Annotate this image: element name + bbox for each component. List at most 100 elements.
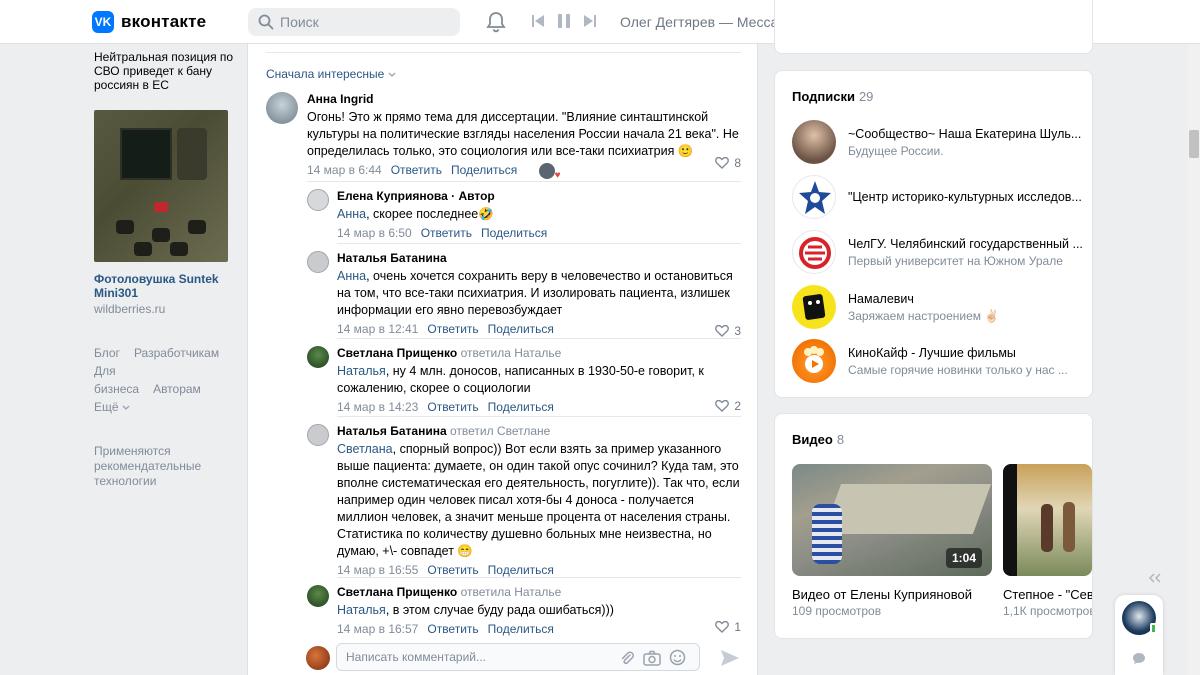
divider	[337, 577, 741, 578]
link-blog[interactable]: Блог	[94, 346, 120, 360]
subscription-item[interactable]: Намалевич Заряжаем настроением ✌🏻	[792, 285, 1082, 331]
previous-track-icon[interactable]	[532, 14, 544, 28]
comment-author[interactable]: Светлана Прищенко ответила Наталье	[337, 585, 741, 599]
comment-author[interactable]: Елена Куприянова · Автор	[337, 189, 741, 203]
comment-author[interactable]: Наталья Батанина ответил Светлане	[337, 424, 741, 438]
comment-input[interactable]	[346, 650, 606, 664]
avatar[interactable]	[307, 251, 329, 273]
search-box[interactable]	[248, 8, 460, 36]
subscriptions-title[interactable]: Подписки 29	[792, 89, 873, 104]
comment-text: Анна, скорее последнее🤣	[337, 206, 741, 223]
video-thumbnail[interactable]	[1003, 464, 1092, 576]
attach-icon[interactable]	[619, 650, 635, 666]
subscription-item[interactable]: КиноКайф - Лучшие фильмы Самые горячие н…	[792, 339, 1082, 385]
reply-button[interactable]: Ответить	[427, 400, 478, 414]
link-business[interactable]: Для бизнеса	[94, 364, 139, 396]
comment-time[interactable]: 14 мар в 6:50	[337, 226, 412, 240]
community-avatar	[792, 175, 836, 219]
reply-button[interactable]: Ответить	[427, 622, 478, 636]
ad-product-image[interactable]	[94, 110, 228, 262]
subscription-item[interactable]: ЧелГУ. Челябинский государственный ... П…	[792, 230, 1083, 276]
subscription-item[interactable]: ~Сообщество~ Наша Екатерина Шуль... Буду…	[792, 120, 1082, 166]
comment-meta: 14 мар в 16:57 Ответить Поделиться	[337, 622, 741, 636]
comment-author[interactable]: Светлана Прищенко ответила Наталье	[337, 346, 741, 360]
video-views: 109 просмотров	[792, 604, 882, 618]
like-button[interactable]: 3	[715, 324, 741, 338]
heart-outline-icon	[715, 400, 730, 412]
reply-addressee[interactable]: Наталья	[337, 603, 386, 617]
chat-widget	[1115, 595, 1163, 675]
bell-icon[interactable]	[486, 11, 506, 33]
comment-time[interactable]: 14 мар в 16:55	[337, 563, 418, 577]
reply-addressee[interactable]: Анна	[337, 269, 366, 283]
avatar[interactable]	[307, 585, 329, 607]
avatar[interactable]	[307, 424, 329, 446]
link-developers[interactable]: Разработчикам	[134, 346, 219, 360]
chat-icon[interactable]	[1132, 652, 1146, 665]
reply-button[interactable]: Ответить	[427, 563, 478, 577]
mascot-icon	[802, 294, 826, 320]
subscription-item[interactable]: "Центр историко-культурных исследов...	[792, 175, 1082, 221]
comment-time[interactable]: 14 мар в 16:57	[337, 622, 418, 636]
reactor-avatar[interactable]: ♥	[538, 163, 561, 181]
link-authors[interactable]: Авторам	[153, 382, 201, 396]
share-button[interactable]: Поделиться	[488, 622, 554, 636]
reply-button[interactable]: Ответить	[427, 322, 478, 336]
sort-dropdown[interactable]: Сначала интересные	[266, 67, 396, 81]
share-button[interactable]: Поделиться	[488, 563, 554, 577]
vk-logo[interactable]: VK вконтакте	[92, 11, 206, 33]
recommendation-tech-note[interactable]: Применяются рекомендательные технологии	[94, 444, 234, 489]
videos-title[interactable]: Видео 8	[792, 432, 844, 447]
video-title[interactable]: Степное - "Севе	[1003, 587, 1092, 602]
community-avatar	[792, 120, 836, 164]
camera-button	[188, 220, 206, 234]
reply-addressee[interactable]: Анна	[337, 207, 366, 221]
comment-meta: 14 мар в 12:41 Ответить Поделиться	[337, 322, 741, 336]
video-scene-people	[1003, 464, 1017, 576]
comment-author[interactable]: Анна Ingrid	[307, 92, 741, 106]
reply-addressee[interactable]: Наталья	[337, 364, 386, 378]
comment-time[interactable]: 14 мар в 6:44	[307, 163, 382, 177]
reply-button[interactable]: Ответить	[391, 163, 442, 177]
like-button[interactable]: 8	[715, 156, 741, 170]
link-more[interactable]: Ещё	[94, 400, 130, 414]
comment-compose-box[interactable]	[336, 643, 700, 671]
ad-product-source[interactable]: wildberries.ru	[94, 302, 234, 316]
comment-text: Анна, очень хочется сохранить веру в чел…	[337, 268, 741, 319]
my-avatar[interactable]	[306, 646, 330, 670]
scrollbar-thumb[interactable]	[1189, 130, 1199, 158]
ad-headline[interactable]: Нейтральная позиция по СВО приведет к ба…	[94, 50, 234, 92]
share-button[interactable]: Поделиться	[451, 163, 517, 177]
camera-icon[interactable]	[643, 650, 661, 666]
search-input[interactable]	[280, 8, 450, 36]
share-button[interactable]: Поделиться	[488, 400, 554, 414]
comment-author[interactable]: Наталья Батанина	[337, 251, 741, 265]
collapse-chats-icon[interactable]	[1148, 573, 1162, 583]
camera-button	[170, 242, 188, 256]
audio-player-controls	[532, 14, 596, 28]
emoji-icon[interactable]	[669, 649, 686, 666]
divider	[337, 338, 741, 339]
send-icon[interactable]	[720, 649, 740, 667]
avatar[interactable]	[307, 189, 329, 211]
video-title[interactable]: Видео от Елены Куприяновой	[792, 587, 972, 602]
comment-time[interactable]: 14 мар в 14:23	[337, 400, 418, 414]
divider	[337, 243, 741, 244]
camera-button	[116, 220, 134, 234]
like-button[interactable]: 2	[715, 399, 741, 413]
reply-button[interactable]: Ответить	[421, 226, 472, 240]
ad-product-title[interactable]: Фотоловушка Suntek Mini301	[94, 272, 234, 300]
like-button[interactable]: 1	[715, 620, 741, 634]
video-thumbnail[interactable]: 1:04	[792, 464, 992, 576]
reply-addressee[interactable]: Светлана	[337, 442, 393, 456]
pause-icon[interactable]	[558, 14, 570, 28]
next-track-icon[interactable]	[584, 14, 596, 28]
chevron-down-icon	[122, 405, 130, 410]
author-name: Анна Ingrid	[307, 92, 374, 106]
share-button[interactable]: Поделиться	[488, 322, 554, 336]
comment-time[interactable]: 14 мар в 12:41	[337, 322, 418, 336]
share-button[interactable]: Поделиться	[481, 226, 547, 240]
comment: Наталья Батанина Анна, очень хочется сох…	[337, 251, 741, 338]
avatar[interactable]	[266, 92, 298, 124]
avatar[interactable]	[307, 346, 329, 368]
